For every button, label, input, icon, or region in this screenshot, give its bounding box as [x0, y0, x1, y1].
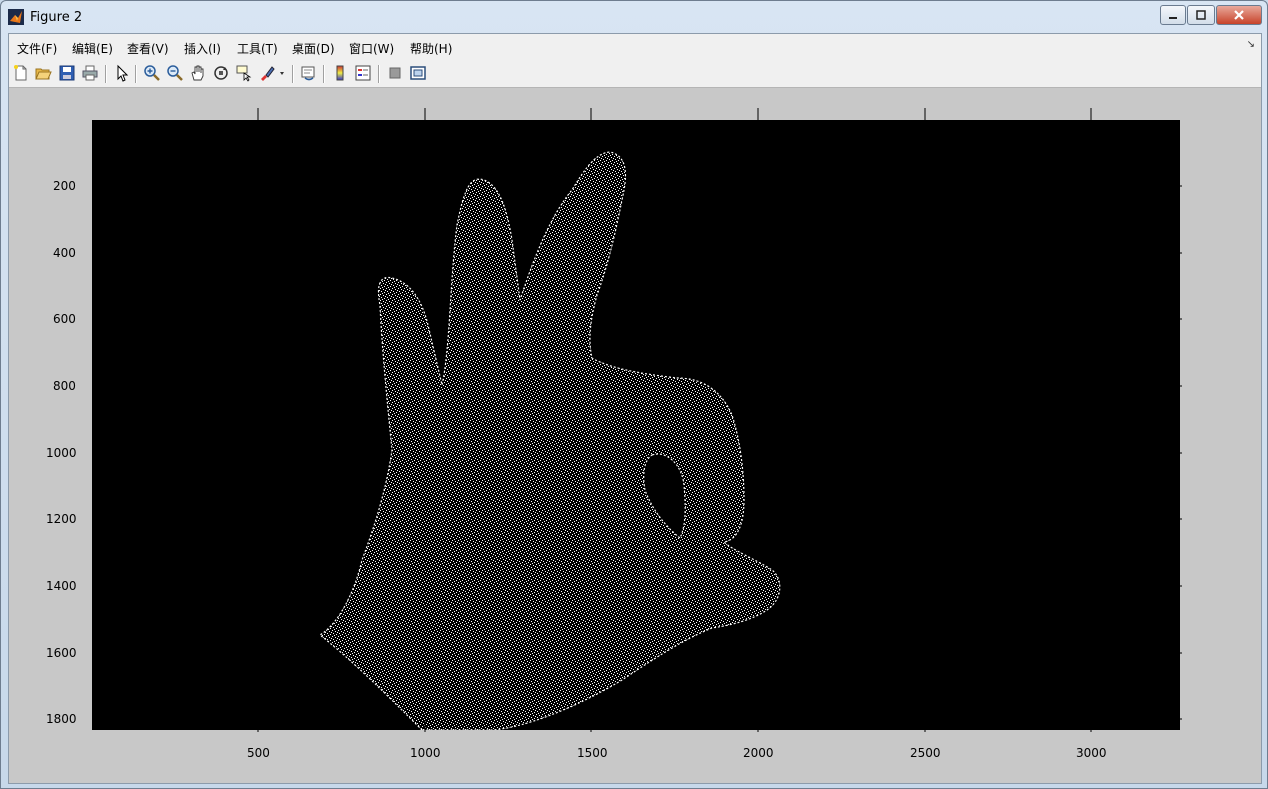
toolbar-separator [135, 65, 137, 83]
colorbar-icon[interactable] [331, 64, 349, 82]
data-cursor-icon[interactable] [235, 64, 253, 82]
title-bar[interactable]: Figure 2 [1, 1, 1267, 33]
rotate-3d-icon[interactable] [212, 64, 230, 82]
zoom-in-icon[interactable] [143, 64, 161, 82]
pointer-icon[interactable] [113, 64, 131, 82]
menu-help[interactable]: 帮助(H) [410, 40, 452, 57]
zoom-out-icon[interactable] [166, 64, 184, 82]
figure-toolbar [9, 59, 1261, 88]
x-tick-label: 2500 [910, 746, 941, 760]
axes-frame [257, 108, 1182, 732]
y-tick-label: 800 [53, 379, 76, 393]
y-tick-label: 1000 [46, 446, 77, 460]
maximize-button[interactable] [1187, 5, 1215, 25]
x-tick-label: 3000 [1076, 746, 1107, 760]
close-button[interactable] [1216, 5, 1262, 25]
menu-bar: 文件(F) 编辑(E) 查看(V) 插入(I) 工具(T) 桌面(D) 窗口(W… [9, 34, 1261, 59]
x-tick-label: 1000 [410, 746, 441, 760]
brush-icon[interactable] [258, 64, 286, 82]
x-tick-label: 500 [247, 746, 270, 760]
x-tick-label: 2000 [743, 746, 774, 760]
window-title: Figure 2 [30, 10, 83, 25]
y-tick-label: 1600 [46, 646, 77, 660]
close-icon [1234, 10, 1244, 20]
figure-window: Figure 2 文件(F) 编辑(E) 查看(V) 插入(I) 工具(T) 桌… [0, 0, 1268, 789]
save-icon[interactable] [58, 64, 76, 82]
open-file-icon[interactable] [34, 64, 52, 82]
y-tick-label: 200 [53, 179, 76, 193]
hide-plot-tools-icon[interactable] [386, 64, 404, 82]
minimize-icon [1169, 17, 1177, 19]
toolbar-separator [378, 65, 380, 83]
y-tick-label: 1400 [46, 579, 77, 593]
new-figure-icon[interactable] [12, 64, 30, 82]
print-icon[interactable] [81, 64, 99, 82]
toolbar-separator [105, 65, 107, 83]
matlab-icon [8, 9, 24, 25]
show-plot-tools-icon[interactable] [409, 64, 427, 82]
maximize-icon [1196, 10, 1206, 20]
legend-icon[interactable] [354, 64, 372, 82]
menu-desktop[interactable]: 桌面(D) [292, 40, 335, 57]
figure-client-area: 文件(F) 编辑(E) 查看(V) 插入(I) 工具(T) 桌面(D) 窗口(W… [8, 33, 1262, 784]
menu-edit[interactable]: 编辑(E) [72, 40, 113, 57]
menu-insert[interactable]: 插入(I) [184, 40, 221, 57]
minimize-button[interactable] [1160, 5, 1186, 25]
pan-icon[interactable] [189, 64, 207, 82]
menu-window[interactable]: 窗口(W) [349, 40, 394, 57]
y-tick-label: 600 [53, 312, 76, 326]
y-tick-label: 1200 [46, 512, 77, 526]
menubar-overflow-icon[interactable]: ↘ [1247, 39, 1255, 50]
x-tick-label: 1500 [577, 746, 608, 760]
menu-tools[interactable]: 工具(T) [237, 40, 278, 57]
y-tick-label: 400 [53, 246, 76, 260]
toolbar-separator [323, 65, 325, 83]
link-plot-icon[interactable] [300, 64, 318, 82]
toolbar-separator [292, 65, 294, 83]
menu-view[interactable]: 查看(V) [127, 40, 169, 57]
menu-file[interactable]: 文件(F) [17, 40, 57, 57]
y-tick-label: 1800 [46, 712, 77, 726]
